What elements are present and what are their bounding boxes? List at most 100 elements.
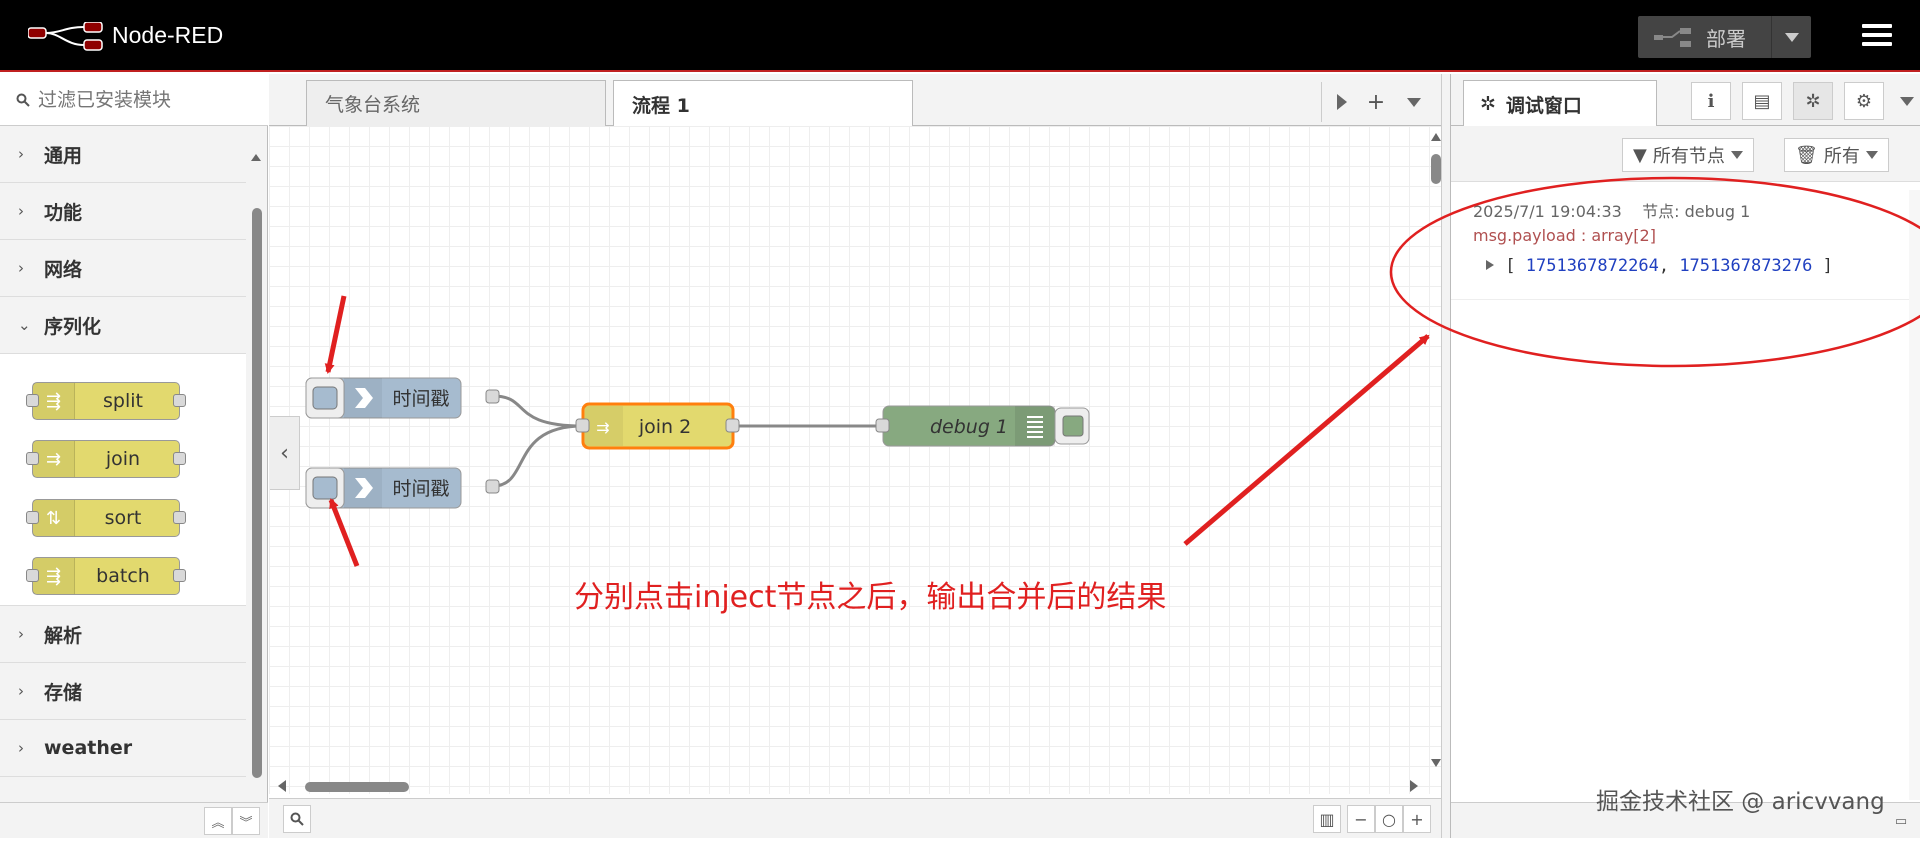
main-menu-button[interactable] xyxy=(1862,24,1892,50)
palette-category-function[interactable]: › 功能 xyxy=(0,183,246,240)
workspace-tabs: 气象台系统 流程 1 + xyxy=(269,74,1441,127)
scroll-down-arrow-icon xyxy=(1431,759,1441,767)
filter-label: 所有节点 xyxy=(1652,146,1725,167)
popout-button[interactable]: ▭ xyxy=(1887,807,1915,835)
palette-scroll-thumb[interactable] xyxy=(252,208,262,778)
debug-message-meta: 2025/7/1 19:04:33 节点: debug 1 xyxy=(1473,198,1750,222)
bug-icon: ✲ xyxy=(1805,90,1821,112)
help-tab-button[interactable]: ▤ xyxy=(1742,82,1782,120)
chevron-right-icon: › xyxy=(18,202,24,220)
book-icon: ▤ xyxy=(1753,90,1771,112)
collapse-all-button[interactable]: ︽ xyxy=(204,807,232,835)
debug-toolbar: ▼ 所有节点 🗑 所有 xyxy=(1451,126,1920,182)
palette-node-join[interactable]: ⇉ join xyxy=(26,440,186,478)
deploy-options-caret[interactable] xyxy=(1771,16,1811,58)
navigator-button[interactable]: ▥ xyxy=(1313,805,1341,833)
clear-messages-button[interactable]: 🗑 所有 xyxy=(1784,138,1889,172)
tab-debug[interactable]: ✲ 调试窗口 xyxy=(1463,80,1657,127)
config-tab-button[interactable]: ⚙ xyxy=(1844,82,1884,120)
palette-category-sequence[interactable]: ⌄ 序列化 xyxy=(0,297,246,354)
monitor-icon: ▭ xyxy=(1894,813,1908,829)
sidebar-menu-button[interactable] xyxy=(1887,82,1920,120)
palette-node-batch[interactable]: ⇶ batch xyxy=(26,557,186,595)
bug-icon: ✲ xyxy=(1480,93,1496,115)
wire-inject2-join xyxy=(492,424,584,488)
category-label: 功能 xyxy=(44,201,83,224)
array-separator: , xyxy=(1658,256,1670,276)
add-flow-button[interactable]: + xyxy=(1356,82,1396,122)
deploy-flow-icon xyxy=(1654,28,1691,47)
debug-node[interactable]: debug 1 xyxy=(875,405,1090,447)
info-tab-button[interactable]: i xyxy=(1691,82,1731,120)
debug-tab-button[interactable]: ✲ xyxy=(1793,82,1833,120)
sidebar-separator[interactable] xyxy=(1441,74,1450,838)
message-value[interactable]: [ 1751367872264, 1751367873276 ] xyxy=(1485,256,1833,276)
minus-icon: − xyxy=(1354,809,1368,829)
canvas-vertical-scroll-thumb[interactable] xyxy=(1431,154,1441,184)
tab-scroll-right-button[interactable] xyxy=(1321,82,1361,122)
join-node[interactable]: ⇉ join 2 xyxy=(575,402,740,450)
output-port xyxy=(173,452,186,465)
palette-node-split[interactable]: ⇶ split xyxy=(26,382,186,420)
deploy-label: 部署 xyxy=(1706,26,1746,51)
plus-icon: + xyxy=(1410,809,1424,829)
double-chevron-up-icon: ︽ xyxy=(211,815,225,831)
deploy-main[interactable]: 部署 xyxy=(1638,16,1771,58)
canvas-horizontal-scroll-thumb[interactable] xyxy=(305,782,409,792)
palette-node-label: join xyxy=(105,448,141,470)
node-red-logo-icon xyxy=(28,22,103,51)
chevron-right-icon: › xyxy=(18,145,24,163)
tab-weather-system[interactable]: 气象台系统 xyxy=(306,80,606,126)
zoom-reset-button[interactable]: ○ xyxy=(1375,805,1403,833)
palette-scrollbar[interactable] xyxy=(250,152,262,842)
clear-label: 所有 xyxy=(1823,146,1860,167)
palette-node-label: sort xyxy=(104,507,142,529)
palette-category-storage[interactable]: › 存储 xyxy=(0,663,246,720)
chevron-left-icon: ‹ xyxy=(280,440,289,466)
tab-label: 气象台系统 xyxy=(325,94,421,116)
message-source-node[interactable]: 节点: debug 1 xyxy=(1642,202,1750,221)
app-title: Node-RED xyxy=(112,22,224,48)
expand-all-button[interactable]: ︾ xyxy=(232,807,260,835)
output-port xyxy=(725,418,740,433)
palette-search-input[interactable] xyxy=(38,88,248,111)
chevron-right-icon: › xyxy=(18,625,24,643)
palette-category-parser[interactable]: › 解析 xyxy=(0,606,246,663)
palette-search[interactable] xyxy=(0,74,268,126)
tab-flow-1[interactable]: 流程 1 xyxy=(613,80,913,127)
palette-node-sort[interactable]: ⇅ sort xyxy=(26,499,186,537)
deploy-button[interactable]: 部署 xyxy=(1638,16,1811,58)
input-port xyxy=(875,418,890,433)
zoom-out-button[interactable]: − xyxy=(1347,805,1375,833)
search-flows-button[interactable] xyxy=(283,805,311,833)
batch-icon: ⇶ xyxy=(33,558,75,594)
palette-category-common[interactable]: › 通用 xyxy=(0,126,246,183)
sidebar-scrollbar[interactable] xyxy=(1909,190,1920,800)
zoom-in-button[interactable]: + xyxy=(1403,805,1431,833)
trash-icon: 🗑 xyxy=(1795,144,1818,166)
join-icon: ⇉ xyxy=(596,418,609,437)
message-timestamp: 2025/7/1 19:04:33 xyxy=(1473,202,1622,221)
input-port xyxy=(26,394,39,407)
inject-node-1[interactable]: 时间戳 xyxy=(305,377,500,419)
expand-triangle-icon[interactable] xyxy=(1485,259,1495,271)
input-port xyxy=(26,569,39,582)
watermark-text: 掘金技术社区 @ aricvvang xyxy=(1596,789,1885,815)
split-icon: ⇶ xyxy=(33,383,75,419)
inject-1-label: 时间戳 xyxy=(392,388,449,410)
header-bar: Node-RED 部署 xyxy=(0,0,1920,72)
flow-list-button[interactable] xyxy=(1394,82,1434,122)
palette-category-network[interactable]: › 网络 xyxy=(0,240,246,297)
flow-canvas[interactable]: 时间戳 时间戳 ⇉ join 2 debug 1 ‹ 分别点击inject节点之… xyxy=(269,126,1441,794)
category-label: 存储 xyxy=(44,681,83,704)
map-icon: ▥ xyxy=(1319,809,1335,829)
inject-node-2[interactable]: 时间戳 xyxy=(305,467,500,509)
palette-collapse-handle[interactable]: ‹ xyxy=(270,416,300,490)
inject-2-label: 时间戳 xyxy=(392,478,449,500)
info-icon: i xyxy=(1707,90,1715,112)
palette-category-weather[interactable]: › weather xyxy=(0,720,246,777)
scroll-up-arrow-icon xyxy=(251,154,261,161)
tab-label: 调试窗口 xyxy=(1505,94,1582,117)
caret-down-icon xyxy=(1730,151,1743,159)
filter-nodes-button[interactable]: ▼ 所有节点 xyxy=(1622,138,1754,172)
